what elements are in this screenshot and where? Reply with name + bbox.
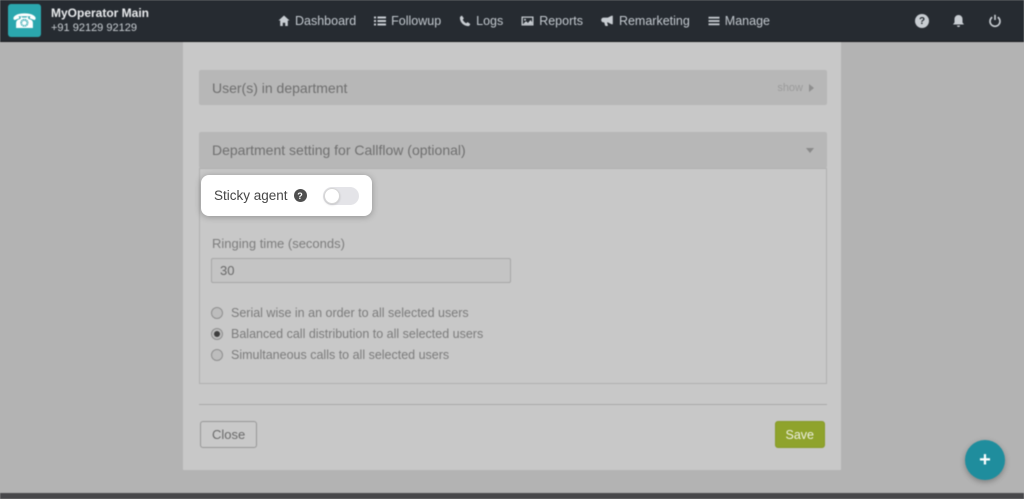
sticky-agent-help-icon[interactable]: ?: [293, 189, 307, 202]
radio-icon: [211, 307, 223, 319]
add-fab-button[interactable]: +: [965, 440, 1005, 480]
reports-image-icon: [521, 15, 534, 27]
help-icon[interactable]: ?: [915, 14, 929, 28]
list-icon: [374, 15, 387, 27]
ringing-time-input[interactable]: [211, 258, 511, 283]
radio-icon-selected: [211, 328, 223, 340]
sticky-agent-toggle[interactable]: [323, 186, 359, 205]
radio-simultaneous-calls[interactable]: Simultaneous calls to all selected users: [211, 348, 483, 362]
account-phone-number: +91 92129 92129: [51, 22, 137, 34]
nav-label: Dashboard: [295, 14, 357, 28]
page: ☎ MyOperator Main +91 92129 92129 Dashbo…: [0, 0, 1024, 499]
close-button[interactable]: Close: [200, 421, 258, 448]
brand[interactable]: ☎ MyOperator Main +91 92129 92129: [8, 4, 149, 37]
myoperator-logo-phone-icon: ☎: [8, 4, 41, 37]
nav-label: Followup: [391, 14, 442, 28]
nav-label: Reports: [539, 14, 583, 28]
users-in-department-header[interactable]: User(s) in department show: [199, 70, 827, 105]
radio-balanced-distribution[interactable]: Balanced call distribution to all select…: [211, 327, 483, 341]
top-navbar: ☎ MyOperator Main +91 92129 92129 Dashbo…: [0, 0, 1024, 42]
nav-label: Manage: [724, 14, 770, 28]
nav-item-logs[interactable]: Logs: [459, 14, 503, 28]
caret-down-icon: [806, 147, 814, 153]
phone-handset-icon: [459, 15, 471, 27]
save-button[interactable]: Save: [774, 421, 825, 448]
nav-item-followup[interactable]: Followup: [374, 14, 441, 28]
nav-item-dashboard[interactable]: Dashboard: [278, 14, 356, 28]
megaphone-icon: [601, 15, 614, 27]
nav-right-icons: ?: [915, 0, 1002, 42]
department-section-title: Department setting for Callflow (optiona…: [212, 142, 466, 158]
radio-label: Simultaneous calls to all selected users: [231, 348, 450, 362]
radio-label: Balanced call distribution to all select…: [231, 327, 484, 341]
nav-item-reports[interactable]: Reports: [521, 14, 583, 28]
call-distribution-options: Serial wise in an order to all selected …: [211, 306, 483, 362]
account-name: MyOperator Main: [51, 6, 150, 20]
department-setting-header[interactable]: Department setting for Callflow (optiona…: [199, 132, 827, 168]
radio-serial-wise[interactable]: Serial wise in an order to all selected …: [211, 306, 483, 320]
bell-icon[interactable]: [952, 14, 965, 28]
toggle-knob: [324, 187, 340, 204]
brand-text: MyOperator Main +91 92129 92129: [51, 6, 149, 35]
ringing-time-label: Ringing time (seconds): [212, 236, 345, 251]
nav-item-manage[interactable]: Manage: [708, 14, 770, 28]
nav-label: Logs: [476, 14, 504, 28]
show-label: show: [777, 81, 803, 94]
home-icon: [278, 15, 290, 27]
sticky-agent-spotlight: Sticky agent ?: [201, 175, 372, 216]
show-users-link[interactable]: show: [777, 82, 814, 94]
caret-right-icon: [809, 83, 814, 92]
footer-divider: [199, 404, 827, 405]
radio-label: Serial wise in an order to all selected …: [231, 306, 469, 320]
sticky-agent-label: Sticky agent: [214, 188, 288, 203]
nav-menu: Dashboard Followup Logs Reports Remarket…: [278, 0, 770, 42]
department-form-panel: User(s) in department show Department se…: [183, 42, 841, 470]
bars-icon: [708, 15, 720, 27]
dimmed-background-layer: ☎ MyOperator Main +91 92129 92129 Dashbo…: [0, 0, 1024, 499]
bottom-dark-strip: [0, 493, 1024, 499]
radio-icon: [211, 349, 223, 361]
nav-item-remarketing[interactable]: Remarketing: [601, 14, 690, 28]
plus-icon: +: [979, 448, 991, 471]
power-icon[interactable]: [988, 14, 1002, 28]
nav-label: Remarketing: [618, 14, 690, 28]
users-section-title: User(s) in department: [212, 79, 348, 96]
